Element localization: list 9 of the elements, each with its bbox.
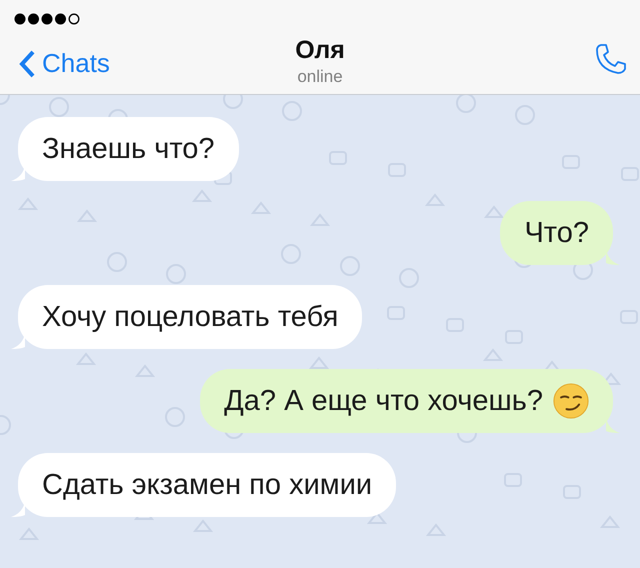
- message-text: Сдать экзамен по химии: [42, 468, 372, 502]
- contact-name: Оля: [295, 36, 345, 65]
- contact-status: online: [297, 67, 343, 87]
- message-text: Хочу поцеловать тебя: [42, 300, 338, 334]
- message-text: Что?: [524, 216, 589, 250]
- back-chevron-icon: [18, 48, 36, 78]
- back-button[interactable]: Chats: [18, 48, 110, 79]
- message-text: Знаешь что?: [42, 132, 215, 166]
- message-text: Да? А еще что хочешь?: [224, 384, 543, 418]
